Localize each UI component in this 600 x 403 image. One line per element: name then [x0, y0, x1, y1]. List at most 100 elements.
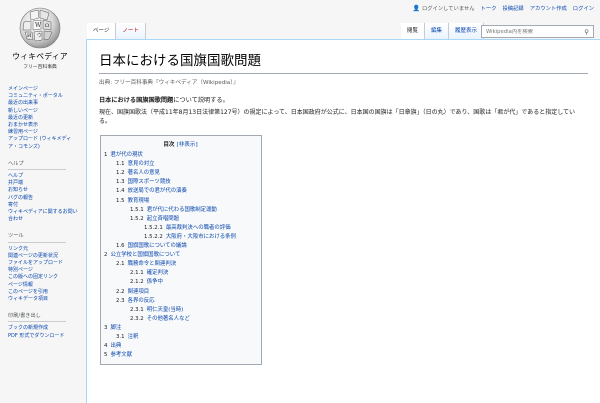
logo-tagline: フリー百科事典	[23, 65, 57, 70]
toc-entry-text: 確定判決	[146, 270, 169, 277]
toc-entry-number: 2	[104, 252, 108, 259]
sidebar-tools-link[interactable]: 関連ページの更新状況	[8, 253, 78, 260]
toc-entry-number: 2.3.2	[130, 315, 144, 322]
toc-entry[interactable]: 2.3.1 明仁天皇(当時)	[104, 306, 257, 315]
toc-entry-number: 5	[104, 352, 108, 359]
toc-entry-number: 2.1.2	[130, 279, 144, 286]
toc-toggle-link[interactable]: [非表示]	[177, 142, 198, 148]
toc-entry-number: 2.3	[116, 297, 125, 304]
toc-entry[interactable]: 1.6 国旗国歌についての議論	[104, 242, 257, 251]
svg-text:Ω: Ω	[45, 23, 49, 29]
logo-wordmark: ウィキペディア	[12, 52, 68, 61]
login-link[interactable]: ログイン	[573, 4, 594, 12]
page-title: 日本における国旗国歌問題	[99, 49, 588, 74]
toc-entry[interactable]: 1.5.2.1 最高裁判決への職者の評価	[104, 224, 257, 233]
sidebar-help-link[interactable]: バグの報告	[8, 195, 78, 202]
sidebar-tools-link[interactable]: ウィキデータ項目	[8, 296, 78, 303]
search-input[interactable]	[486, 28, 581, 35]
toc-entry-number: 1.4	[116, 188, 125, 195]
sidebar-tools: ツール リンク元 関連ページの更新状況 ファイルをアップロード 特別ページ この版への固…	[8, 233, 78, 303]
toc-entry-text: 職務命令と関連判決	[127, 261, 177, 268]
toc-entry-text: 公立学校と国旗国歌について	[110, 252, 181, 259]
toc-entry-text: 放送局での君が代の演奏	[127, 188, 187, 195]
toc-entry-number: 2.3.1	[130, 306, 144, 313]
toc-title: 目次	[163, 142, 175, 148]
toc-entry-text: 君が代の現状	[110, 152, 143, 159]
toc-entry[interactable]: 1.3 国際スポーツ競技	[104, 178, 257, 187]
sidebar-print-link[interactable]: PDF 形式でダウンロード	[8, 333, 78, 340]
tab-page[interactable]: ページ	[87, 23, 117, 39]
site-logo[interactable]: W Ω И ウ ウィキペディア フリー百科事典	[10, 6, 70, 76]
toc-entry[interactable]: 2.2 関連項目	[104, 288, 257, 297]
sidebar-print-link[interactable]: ブックの新規作成	[8, 325, 78, 332]
toc-entry-text: 注釈	[127, 333, 139, 340]
svg-text:W: W	[35, 22, 42, 29]
toc-entry-number: 1	[104, 152, 108, 159]
lead-text: について説明する。	[173, 97, 229, 104]
toc-entry[interactable]: 2.1.1 確定判決	[104, 269, 257, 278]
toc-entry-text: 国旗国歌についての議論	[127, 243, 187, 250]
toc-entry[interactable]: 3 脚注	[104, 324, 257, 333]
lead-bold-term: 日本における国旗国歌問題	[99, 97, 174, 104]
toc-entry[interactable]: 5 参考文献	[104, 351, 257, 360]
sidebar-help: ヘルプ ヘルプ 井戸端 お知らせ バグの報告 寄付 ウィキペディアに関するお問い合わせ	[8, 161, 78, 224]
toc-entry-text: 国際スポーツ競技	[127, 179, 171, 186]
toc-entry-text: 係争中	[146, 279, 163, 286]
contributions-link[interactable]: 投稿記録	[503, 4, 524, 12]
toc-entry[interactable]: 2.1.2 係争中	[104, 278, 257, 287]
toc-entry[interactable]: 1.5.2.2 大阪府・大阪市における条例	[104, 233, 257, 242]
toc-entry[interactable]: 1.5.1 君が代に代わる国歌制定運動	[104, 206, 257, 215]
toc-entry-number: 3	[104, 324, 108, 331]
sidebar-nav-link[interactable]: 新しいページ	[8, 108, 78, 115]
sidebar-nav-link[interactable]: アップロード (ウィキメディア・コモンズ)	[8, 136, 78, 150]
sidebar-nav-link[interactable]: 最近の更新	[8, 115, 78, 122]
help-heading: ヘルプ	[8, 161, 66, 171]
toc-entry-number: 1.2	[116, 170, 125, 177]
toc-entry[interactable]: 1.5 教育現場	[104, 197, 257, 206]
wikipedia-globe-icon: W Ω И ウ	[19, 7, 61, 49]
toc-entry-text: 出典	[110, 343, 122, 350]
toc-entry[interactable]: 2 公立学校と国旗国歌について	[104, 251, 257, 260]
toc-heading: 目次 [非表示]	[104, 141, 257, 150]
toc-entry[interactable]: 4 出典	[104, 342, 257, 351]
toc-entry[interactable]: 1.2 著名人の意見	[104, 169, 257, 178]
toc-entry[interactable]: 1 君が代の現状	[104, 151, 257, 160]
toc-entry[interactable]: 1.5.2 起立斉唱問題	[104, 215, 257, 224]
lead-paragraph: 日本における国旗国歌問題について説明する。	[99, 97, 588, 105]
toc-entry[interactable]: 1.4 放送局での君が代の演奏	[104, 187, 257, 196]
sidebar-tools-link[interactable]: リンク元	[8, 246, 78, 253]
toc-entry-text: 君が代に代わる国歌制定運動	[146, 206, 217, 213]
toc-entry-text: 教育現場	[127, 197, 150, 204]
toc-entry[interactable]: 2.3.2 その他著名人など	[104, 315, 257, 324]
tab-history[interactable]: 履歴表示	[448, 23, 484, 39]
table-of-contents: 目次 [非表示] 1 君が代の現状 1.1 意見の対立 1.2 著名人の意見 1.3 国際スポー…	[100, 135, 262, 366]
toc-entry-number: 2.1	[116, 261, 125, 268]
svg-text:ウ: ウ	[37, 32, 42, 39]
create-account-link[interactable]: アカウント作成	[530, 4, 567, 12]
toc-entry-text: 各界の反応	[127, 297, 155, 304]
talk-link[interactable]: トーク	[481, 4, 497, 12]
sidebar-tools-link[interactable]: ページ情報	[8, 282, 78, 289]
svg-text:И: И	[27, 33, 32, 39]
toc-entry[interactable]: 2.3 各界の反応	[104, 297, 257, 306]
not-logged-in-label: ログインしていません	[421, 6, 475, 12]
toc-entry[interactable]: 3.1 注釈	[104, 333, 257, 342]
sidebar-help-link[interactable]: 寄付	[8, 202, 78, 209]
toc-entry-text: 意見の対立	[127, 161, 155, 168]
tab-read[interactable]: 閲覧	[400, 23, 425, 39]
toc-entry-number: 1.3	[116, 179, 125, 186]
search-icon[interactable]: ⚲	[584, 28, 589, 36]
sidebar-help-link[interactable]: お知らせ	[8, 187, 78, 194]
tab-note[interactable]: ノート	[116, 23, 146, 39]
toc-entry[interactable]: 2.1 職務命令と関連判決	[104, 260, 257, 269]
personal-tools: 👤 ログインしていません トーク 投稿記録 アカウント作成 ログイン	[412, 3, 594, 13]
sidebar-tools-link[interactable]: この版への固定リンク	[8, 274, 78, 281]
sidebar-tools-link[interactable]: このページを引用	[8, 289, 78, 296]
tab-edit[interactable]: 編集	[424, 23, 449, 39]
toc-entry[interactable]: 1.1 意見の対立	[104, 160, 257, 169]
toc-entry-text: 脚注	[110, 324, 122, 331]
sidebar-nav-link[interactable]: 最近の出来事	[8, 100, 78, 107]
toc-entry-text: 関連項目	[127, 288, 150, 295]
sidebar: メインページ コミュニティ・ポータル 最近の出来事 新しいページ 最近の更新 おまかせ表示…	[8, 86, 78, 350]
sidebar-help-link[interactable]: ウィキペディアに関するお問い合わせ	[8, 209, 78, 223]
